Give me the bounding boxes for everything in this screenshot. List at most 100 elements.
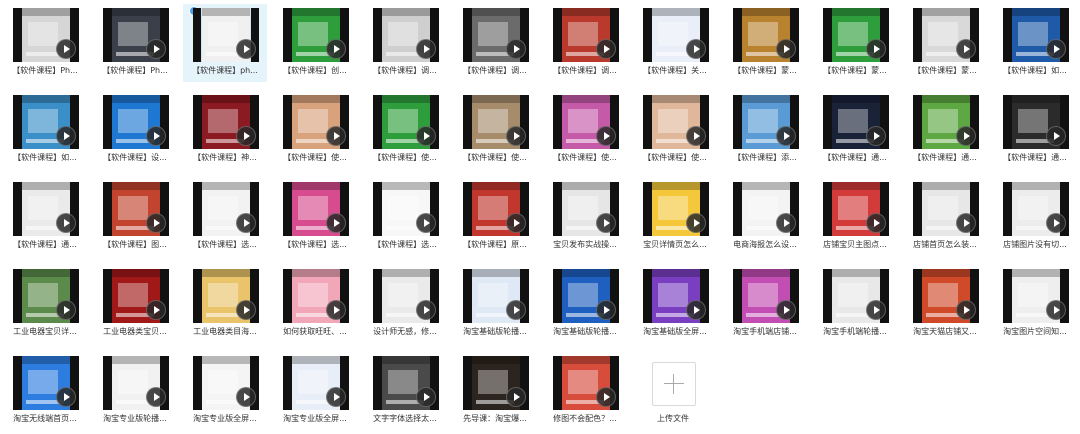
video-file-tile[interactable]: 【软件课程】如... — [993, 4, 1077, 82]
play-icon[interactable] — [506, 300, 526, 320]
video-thumbnail[interactable] — [13, 356, 79, 410]
play-icon[interactable] — [146, 300, 166, 320]
play-icon[interactable] — [1046, 300, 1066, 320]
play-icon[interactable] — [146, 39, 166, 59]
video-file-tile[interactable]: 宝贝发布实战操... — [543, 178, 627, 256]
video-file-tile[interactable]: 淘宝专业版轮播... — [93, 352, 177, 430]
video-thumbnail[interactable] — [373, 182, 439, 236]
play-icon[interactable] — [506, 126, 526, 146]
video-file-tile[interactable]: 【软件课程】原... — [453, 178, 537, 256]
video-thumbnail[interactable] — [103, 182, 169, 236]
video-file-tile[interactable]: 【软件课程】添... — [723, 91, 807, 169]
video-file-tile[interactable]: 【软件课程】通... — [993, 91, 1077, 169]
video-thumbnail[interactable] — [373, 269, 439, 323]
play-icon[interactable] — [146, 213, 166, 233]
video-thumbnail[interactable] — [1003, 8, 1069, 62]
video-thumbnail[interactable] — [193, 356, 259, 410]
video-thumbnail[interactable] — [283, 269, 349, 323]
video-file-tile[interactable]: 淘宝基础版轮播... — [453, 265, 537, 343]
video-file-tile[interactable]: 淘宝专业版全屏... — [183, 352, 267, 430]
play-icon[interactable] — [686, 39, 706, 59]
play-icon[interactable] — [56, 300, 76, 320]
video-file-tile[interactable]: 【软件课程】图... — [93, 178, 177, 256]
play-icon[interactable] — [236, 300, 256, 320]
video-file-tile[interactable]: 【软件课程】蒙... — [813, 4, 897, 82]
video-thumbnail[interactable] — [1003, 182, 1069, 236]
video-thumbnail[interactable] — [463, 182, 529, 236]
video-file-tile[interactable]: 淘宝基础版轮播... — [543, 265, 627, 343]
play-icon[interactable] — [1046, 213, 1066, 233]
play-icon[interactable] — [506, 39, 526, 59]
video-thumbnail[interactable] — [373, 95, 439, 149]
video-thumbnail[interactable] — [373, 356, 439, 410]
video-file-tile[interactable]: 工业电器类目海... — [183, 265, 267, 343]
video-file-tile[interactable]: 【软件课程】Ph... — [3, 4, 87, 82]
play-icon[interactable] — [1046, 126, 1066, 146]
video-file-tile[interactable]: 电商海报怎么设... — [723, 178, 807, 256]
video-thumbnail[interactable] — [643, 8, 709, 62]
play-icon[interactable] — [686, 126, 706, 146]
play-icon[interactable] — [686, 213, 706, 233]
video-file-tile[interactable]: 【软件课程】使... — [273, 91, 357, 169]
play-icon[interactable] — [326, 39, 346, 59]
play-icon[interactable] — [56, 126, 76, 146]
play-icon[interactable] — [776, 39, 796, 59]
video-thumbnail[interactable] — [553, 8, 619, 62]
video-file-tile[interactable]: 【软件课程】如... — [3, 91, 87, 169]
video-thumbnail[interactable] — [733, 8, 799, 62]
play-icon[interactable] — [776, 213, 796, 233]
play-icon[interactable] — [416, 39, 436, 59]
video-file-tile[interactable]: 设计师无感，修... — [363, 265, 447, 343]
video-thumbnail[interactable] — [913, 269, 979, 323]
video-thumbnail[interactable] — [283, 95, 349, 149]
play-icon[interactable] — [236, 387, 256, 407]
video-file-tile[interactable]: 店铺首页怎么装... — [903, 178, 987, 256]
play-icon[interactable] — [146, 126, 166, 146]
video-file-tile[interactable]: 【软件课程】蒙... — [723, 4, 807, 82]
video-thumbnail[interactable] — [823, 269, 889, 323]
video-thumbnail[interactable] — [643, 269, 709, 323]
play-icon[interactable] — [506, 213, 526, 233]
play-icon[interactable] — [956, 39, 976, 59]
play-icon[interactable] — [146, 387, 166, 407]
video-file-tile[interactable]: 【软件课程】通... — [813, 91, 897, 169]
upload-file-tile[interactable]: 上传文件 — [640, 358, 724, 428]
video-file-tile[interactable]: 淘宝无线端首页... — [3, 352, 87, 430]
play-icon[interactable] — [776, 126, 796, 146]
video-thumbnail[interactable] — [103, 356, 169, 410]
play-icon[interactable] — [866, 39, 886, 59]
video-file-tile[interactable]: 【软件课程】使... — [453, 91, 537, 169]
play-icon[interactable] — [776, 300, 796, 320]
video-file-tile[interactable]: 淘宝基础版全屏... — [633, 265, 717, 343]
video-file-tile[interactable]: 工业电器宝贝详... — [3, 265, 87, 343]
video-file-tile[interactable]: 文字字体选择太... — [363, 352, 447, 430]
video-file-tile[interactable]: 【软件课程】选... — [183, 178, 267, 256]
video-file-tile[interactable]: 【软件课程】神... — [183, 91, 267, 169]
video-thumbnail[interactable] — [193, 269, 259, 323]
video-file-tile[interactable]: 【软件课程】蒙... — [903, 4, 987, 82]
video-thumbnail[interactable] — [13, 269, 79, 323]
play-icon[interactable] — [56, 39, 76, 59]
video-thumbnail[interactable] — [913, 8, 979, 62]
video-file-tile[interactable]: 如何获取旺旺、... — [273, 265, 357, 343]
video-thumbnail[interactable] — [553, 356, 619, 410]
video-file-tile[interactable]: 【软件课程】调... — [453, 4, 537, 82]
video-file-tile[interactable]: 工业电器类宝贝... — [93, 265, 177, 343]
play-icon[interactable] — [866, 126, 886, 146]
video-thumbnail[interactable] — [823, 95, 889, 149]
video-file-tile[interactable]: 店铺图片没有切... — [993, 178, 1077, 256]
video-thumbnail[interactable] — [463, 8, 529, 62]
play-icon[interactable] — [506, 387, 526, 407]
play-icon[interactable] — [596, 300, 616, 320]
video-thumbnail[interactable] — [103, 269, 169, 323]
play-icon[interactable] — [596, 126, 616, 146]
video-file-tile[interactable]: 【软件课程】调... — [363, 4, 447, 82]
video-file-tile[interactable]: 淘宝专业版全屏... — [273, 352, 357, 430]
play-icon[interactable] — [416, 126, 436, 146]
video-file-tile[interactable]: 淘宝天猫店铺又... — [903, 265, 987, 343]
video-thumbnail[interactable] — [913, 182, 979, 236]
video-thumbnail[interactable] — [733, 269, 799, 323]
video-file-tile[interactable]: 【软件课程】调... — [543, 4, 627, 82]
play-icon[interactable] — [866, 213, 886, 233]
video-thumbnail[interactable] — [13, 8, 79, 62]
